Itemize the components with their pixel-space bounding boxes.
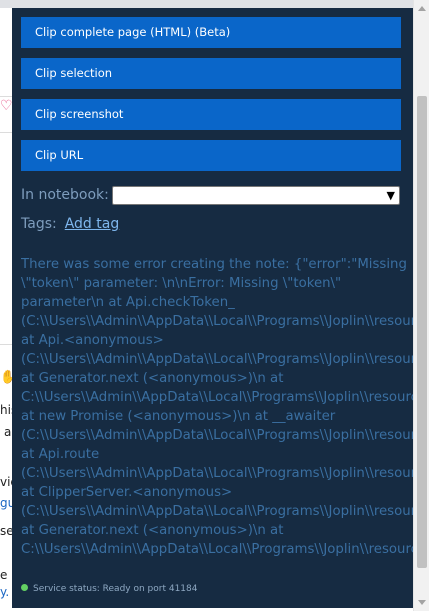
notebook-label: In notebook:: [21, 187, 109, 203]
status-indicator-icon: [21, 584, 28, 591]
error-line: parameter\n at Api.checkToken_: [21, 295, 235, 310]
error-line: (C:\\Users\\Admin\\AppData\\Local\\Progr…: [21, 466, 413, 481]
web-clipper-popup: Clip complete page (HTML) (Beta) Clip se…: [12, 8, 413, 608]
error-line: at new Promise (<anonymous>)\n at __awai…: [21, 409, 336, 424]
browser-toolbar: [0, 0, 429, 8]
error-message: There was some error creating the note: …: [21, 255, 413, 565]
service-status: Service status: Ready on port 41184: [21, 584, 197, 594]
error-line: (C:\\Users\\Admin\\AppData\\Local\\Progr…: [21, 428, 413, 443]
scroll-up-arrow-icon[interactable]: [414, 0, 429, 16]
bg-link[interactable]: y.: [0, 585, 9, 599]
heart-icon[interactable]: ♡: [0, 98, 13, 114]
error-line: \"token\" parameter: \n\nError: Missing …: [21, 276, 342, 291]
notebook-row: In notebook: ▼: [21, 186, 401, 206]
scroll-down-arrow-icon[interactable]: [414, 595, 429, 611]
error-line: (C:\\Users\\Admin\\AppData\\Local\\Progr…: [21, 352, 413, 367]
error-line: (C:\\Users\\Admin\\AppData\\Local\\Progr…: [21, 314, 413, 329]
page-scrollbar[interactable]: [413, 0, 429, 611]
clip-complete-page-button[interactable]: Clip complete page (HTML) (Beta): [21, 17, 401, 48]
error-line: C:\\Users\\Admin\\AppData\\Local\\Progra…: [21, 542, 413, 557]
error-line: at Api.<anonymous>: [21, 333, 164, 348]
chevron-down-icon: ▼: [386, 189, 395, 202]
error-line: (C:\\Users\\Admin\\AppData\\Local\\Progr…: [21, 504, 413, 519]
bg-text: a: [4, 425, 12, 439]
error-line: at ClipperServer.<anonymous>: [21, 485, 233, 500]
tags-label: Tags:: [21, 216, 57, 232]
clip-selection-button[interactable]: Clip selection: [21, 58, 401, 89]
error-line: at Generator.next (<anonymous>)\n at: [21, 523, 284, 538]
status-text: Service status: Ready on port 41184: [33, 584, 198, 594]
error-line: There was some error creating the note: …: [21, 257, 407, 272]
error-line: C:\\Users\\Admin\\AppData\\Local\\Progra…: [21, 390, 413, 405]
notebook-select[interactable]: ▼: [112, 186, 400, 205]
error-line: at Generator.next (<anonymous>)\n at: [21, 371, 284, 386]
clip-screenshot-button[interactable]: Clip screenshot: [21, 99, 401, 130]
error-line: at Api.route: [21, 447, 100, 462]
tags-row: Tags: Add tag: [21, 216, 119, 232]
scroll-thumb[interactable]: [417, 96, 427, 568]
add-tag-link[interactable]: Add tag: [65, 216, 120, 232]
clip-url-button[interactable]: Clip URL: [21, 140, 401, 171]
